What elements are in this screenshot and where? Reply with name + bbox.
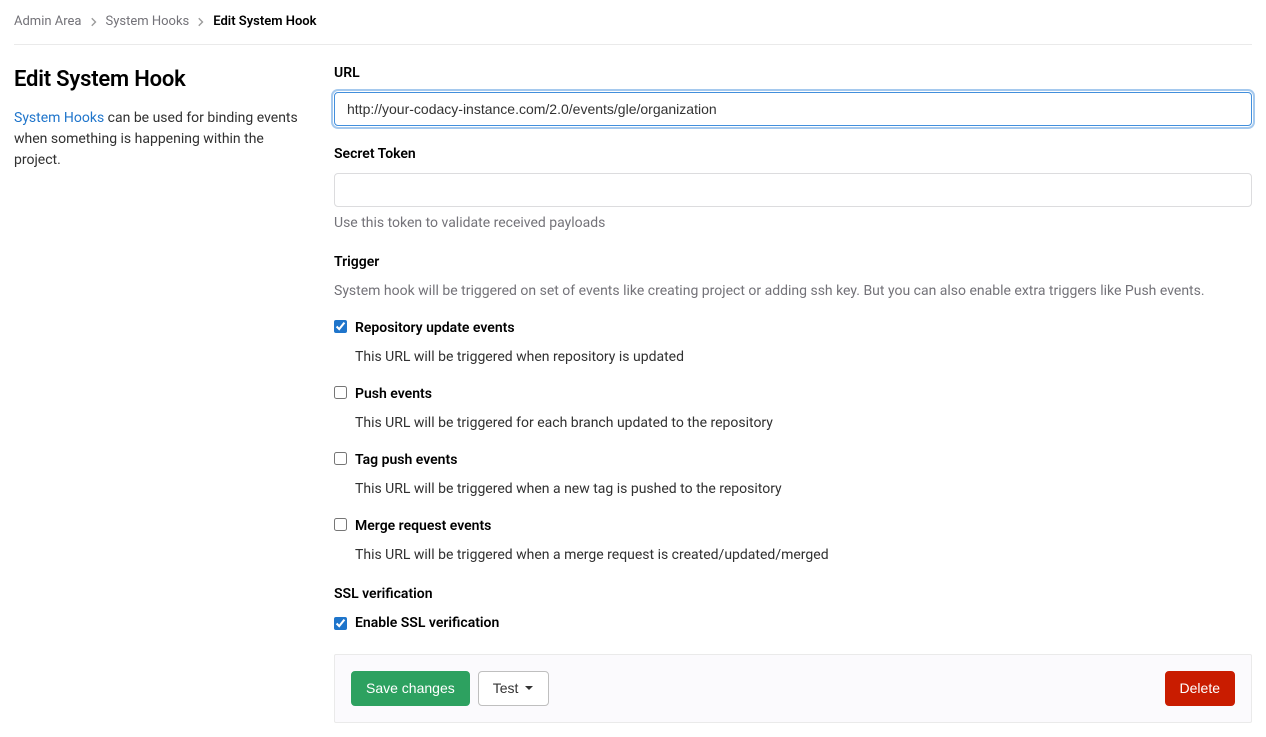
trigger-item: Tag push events This URL will be triggere… [334, 450, 1252, 500]
trigger-item: Repository update events This URL will be… [334, 318, 1252, 368]
trigger-desc: This URL will be triggered when a new ta… [355, 479, 782, 500]
trigger-checkbox[interactable] [334, 518, 347, 531]
system-hooks-link[interactable]: System Hooks [14, 110, 104, 126]
trigger-name: Push events [355, 384, 773, 405]
trigger-label: Trigger [334, 252, 1252, 273]
ssl-label: SSL verification [334, 584, 1252, 605]
secret-help: Use this token to validate received payl… [334, 213, 1252, 234]
chevron-right-icon [88, 16, 100, 28]
caret-down-icon [524, 683, 534, 693]
ssl-check-label: Enable SSL verification [355, 613, 499, 634]
trigger-name: Repository update events [355, 318, 684, 339]
secret-label: Secret Token [334, 144, 1252, 165]
trigger-desc: System hook will be triggered on set of … [334, 281, 1252, 302]
url-input[interactable] [334, 92, 1252, 126]
trigger-item: Push events This URL will be triggered fo… [334, 384, 1252, 434]
form-footer: Save changes Test Delete [334, 654, 1252, 724]
trigger-desc: This URL will be triggered for each bran… [355, 413, 773, 434]
trigger-checkbox[interactable] [334, 452, 347, 465]
trigger-desc: This URL will be triggered when a merge … [355, 545, 829, 566]
ssl-checkbox[interactable] [334, 617, 347, 630]
form: URL Secret Token Use this token to valid… [334, 63, 1252, 724]
test-dropdown[interactable]: Test [478, 671, 550, 707]
breadcrumb-admin[interactable]: Admin Area [14, 12, 82, 32]
trigger-item: Merge request events This URL will be tri… [334, 516, 1252, 566]
trigger-checkbox[interactable] [334, 386, 347, 399]
trigger-name: Tag push events [355, 450, 782, 471]
trigger-name: Merge request events [355, 516, 829, 537]
url-label: URL [334, 63, 1252, 84]
breadcrumb: Admin Area System Hooks Edit System Hook [14, 12, 1252, 45]
secret-input[interactable] [334, 173, 1252, 207]
page-description: System Hooks can be used for binding eve… [14, 108, 306, 171]
sidebar-description: Edit System Hook System Hooks can be use… [14, 63, 334, 171]
page-title: Edit System Hook [14, 63, 306, 96]
trigger-checkbox[interactable] [334, 320, 347, 333]
save-button[interactable]: Save changes [351, 671, 470, 707]
chevron-right-icon [195, 16, 207, 28]
delete-button[interactable]: Delete [1165, 671, 1235, 707]
breadcrumb-current: Edit System Hook [213, 12, 316, 32]
trigger-desc: This URL will be triggered when reposito… [355, 347, 684, 368]
breadcrumb-hooks[interactable]: System Hooks [106, 12, 190, 32]
